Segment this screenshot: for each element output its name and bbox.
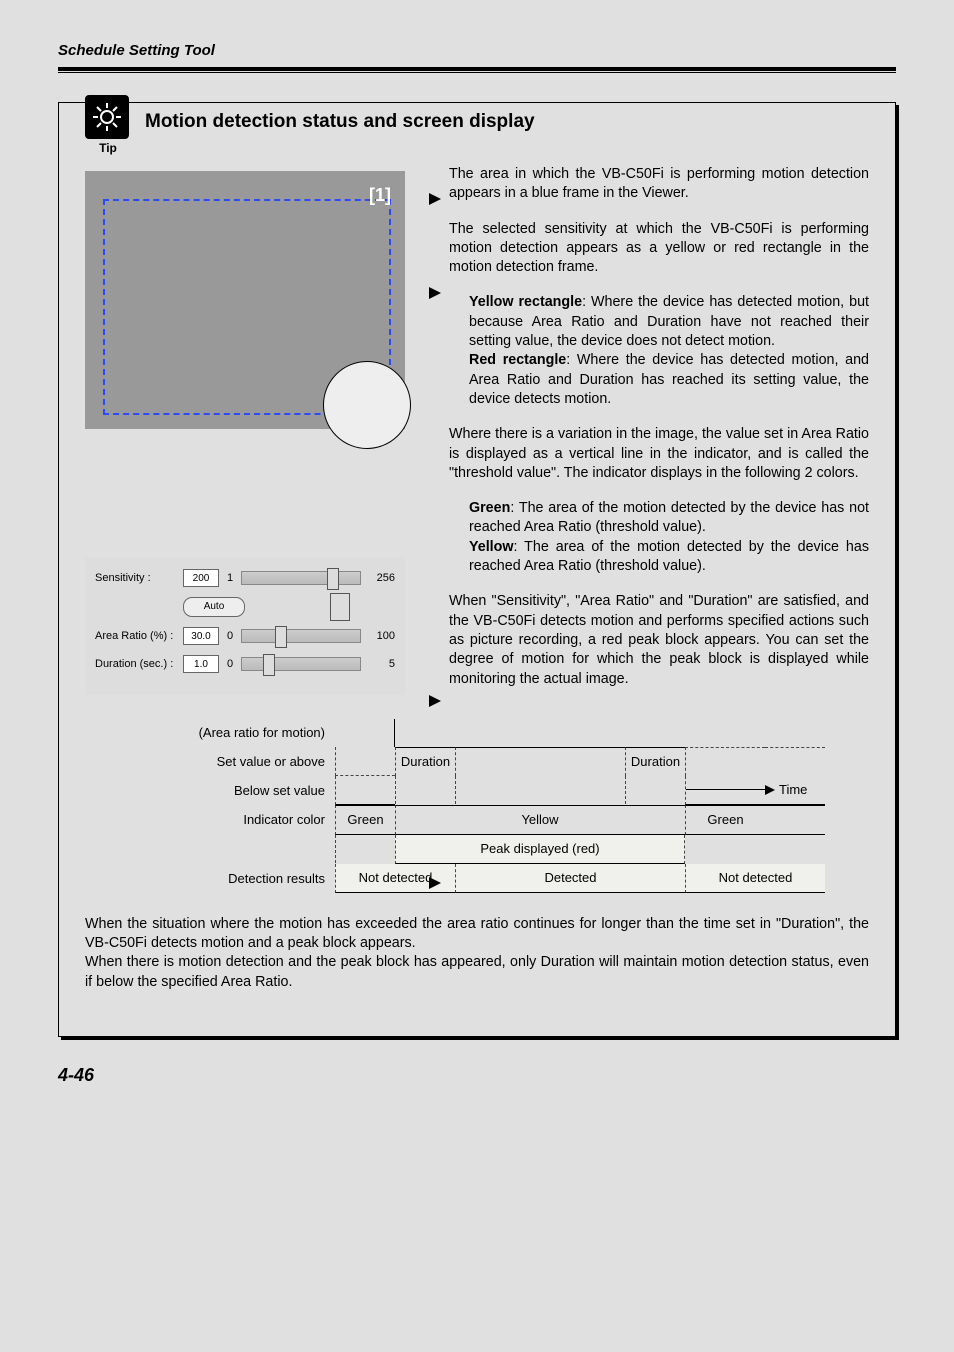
- setting-row-duration: Duration (sec.) : 1.0 0 5: [95, 655, 395, 673]
- indicator-thumb: [330, 593, 350, 621]
- paragraph: Where there is a variation in the image,…: [449, 425, 869, 483]
- paragraph-indent: Yellow rectangle: Where the device has d…: [469, 293, 869, 409]
- arrow-right-icon: [765, 785, 775, 795]
- frame-number-label: [1]: [369, 185, 391, 206]
- duration-min: 0: [227, 658, 233, 670]
- duration-field[interactable]: 1.0: [183, 655, 219, 673]
- timeline-row-label: Set value or above: [85, 754, 335, 769]
- arrow-right-icon: [429, 695, 441, 707]
- det-cell: Detected: [455, 864, 685, 893]
- tip-label: Tip: [85, 141, 131, 155]
- footer-paragraph: When the situation where the motion has …: [85, 915, 869, 992]
- tip-icon: [85, 95, 129, 139]
- duration-label: Duration: [395, 747, 455, 776]
- timeline-axis-label: (Area ratio for motion): [85, 725, 335, 740]
- timeline-row-label: Detection results: [85, 871, 335, 886]
- settings-panel-figure: Sensitivity : 200 1 256 Auto: [85, 557, 405, 695]
- arrow-right-icon: [429, 193, 441, 205]
- callout-title: Motion detection status and screen displ…: [145, 111, 535, 133]
- peak-cell: Peak displayed (red): [395, 835, 685, 864]
- arearatio-field[interactable]: 30.0: [183, 627, 219, 645]
- indicator-cell: [765, 805, 825, 835]
- arearatio-label: Area Ratio (%) :: [95, 630, 175, 642]
- timeline-row-label: Below set value: [85, 783, 335, 798]
- sensitivity-max: 256: [369, 572, 395, 584]
- det-cell: Not detected: [685, 864, 825, 893]
- section-header: Schedule Setting Tool: [58, 42, 896, 59]
- indicator-cell: [625, 805, 685, 835]
- indicator-cell: Green: [685, 805, 765, 835]
- magnifier-icon: [323, 361, 411, 449]
- viewer-preview-figure: [1]: [85, 171, 405, 429]
- indicator-cell: [395, 805, 455, 835]
- arrow-right-icon: [429, 877, 441, 889]
- arearatio-min: 0: [227, 630, 233, 642]
- duration-max: 5: [369, 658, 395, 670]
- setting-row-arearatio: Area Ratio (%) : 30.0 0 100: [95, 627, 395, 645]
- duration-label: Duration (sec.) :: [95, 658, 175, 670]
- header-rule: [58, 67, 896, 72]
- duration-label: Duration: [625, 747, 685, 776]
- sensitivity-field[interactable]: 200: [183, 569, 219, 587]
- paragraph: When "Sensitivity", "Area Ratio" and "Du…: [449, 592, 869, 688]
- tip-callout-box: Tip Motion detection status and screen d…: [58, 102, 896, 1037]
- arrow-right-icon: [429, 287, 441, 299]
- page-number: 4-46: [58, 1065, 896, 1086]
- timeline-figure: (Area ratio for motion) Set value or abo…: [85, 719, 869, 893]
- timeline-row-label: Indicator color: [85, 812, 335, 827]
- duration-slider[interactable]: [241, 657, 361, 671]
- auto-button[interactable]: Auto: [183, 597, 245, 617]
- arearatio-max: 100: [369, 630, 395, 642]
- paragraph: The area in which the VB-C50Fi is perfor…: [449, 165, 869, 204]
- sensitivity-slider[interactable]: [241, 571, 361, 585]
- sensitivity-label: Sensitivity :: [95, 572, 175, 584]
- time-label: Time: [779, 782, 807, 797]
- sensitivity-min: 1: [227, 572, 233, 584]
- arearatio-slider[interactable]: [241, 629, 361, 643]
- paragraph: The selected sensitivity at which the VB…: [449, 220, 869, 278]
- setting-row-sensitivity: Sensitivity : 200 1 256: [95, 569, 395, 587]
- indicator-cell: Yellow: [455, 805, 625, 835]
- indicator-cell: Green: [335, 805, 395, 835]
- paragraph-indent: Green: The area of the motion detected b…: [469, 499, 869, 576]
